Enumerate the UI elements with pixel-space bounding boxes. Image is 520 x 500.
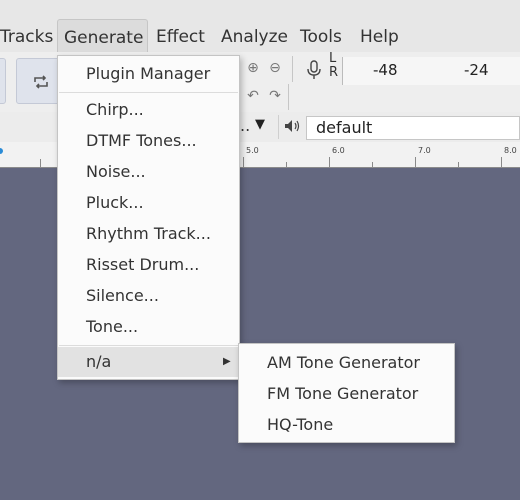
menu-item-rhythm-track[interactable]: Rhythm Track... xyxy=(58,219,239,249)
menu-item-noise[interactable]: Noise... xyxy=(58,157,239,187)
redo-icon[interactable]: ↷ xyxy=(266,88,284,104)
menu-tools[interactable]: Tools xyxy=(294,19,348,55)
menu-item-label: n/a xyxy=(86,352,112,371)
ruler-tick xyxy=(243,157,244,167)
speaker-icon xyxy=(285,120,300,132)
menu-item-risset-drum[interactable]: Risset Drum... xyxy=(58,250,239,280)
device-partial-text: .. xyxy=(240,116,251,135)
menu-effect[interactable]: Effect xyxy=(150,19,211,55)
ruler-tick xyxy=(329,157,330,167)
ruler-tick xyxy=(415,157,416,167)
menu-item-silence[interactable]: Silence... xyxy=(58,281,239,311)
undo-icon[interactable]: ↶ xyxy=(244,88,262,104)
meter-channel-r: R xyxy=(329,65,339,80)
ruler-label: 6.0 xyxy=(332,146,345,155)
ruler-tick xyxy=(40,159,41,167)
menu-item-hq-tone[interactable]: HQ-Tone xyxy=(239,410,454,440)
toolbar-divider xyxy=(278,115,279,139)
microphone-icon[interactable] xyxy=(306,59,322,81)
menu-generate[interactable]: Generate xyxy=(57,19,148,55)
toolbar-divider xyxy=(292,56,293,82)
menu-separator xyxy=(59,345,238,346)
zoom-out-icon[interactable]: ⊖ xyxy=(266,60,284,76)
recording-meter-scale[interactable]: -48 -24 xyxy=(342,57,520,85)
ruler-tick xyxy=(458,162,459,167)
chevron-down-icon[interactable]: ▼ xyxy=(255,117,265,132)
ruler-tick xyxy=(372,162,373,167)
ruler-tick xyxy=(286,162,287,167)
meter-scale-label: -48 xyxy=(373,61,398,79)
na-submenu: AM Tone Generator FM Tone Generator HQ-T… xyxy=(238,343,455,443)
playback-device-select[interactable]: default xyxy=(306,116,520,140)
loop-icon xyxy=(34,75,48,89)
tool-button-left[interactable] xyxy=(0,58,6,104)
menu-item-na-submenu[interactable]: n/a ▶ xyxy=(58,347,239,377)
menu-analyze[interactable]: Analyze xyxy=(215,19,294,55)
menu-separator xyxy=(59,92,238,93)
menu-item-chirp[interactable]: Chirp... xyxy=(58,95,239,125)
ruler-label: 7.0 xyxy=(418,146,431,155)
ruler-playhead-marker xyxy=(0,148,3,154)
menu-item-dtmf-tones[interactable]: DTMF Tones... xyxy=(58,126,239,156)
meter-channel-l: L xyxy=(329,51,337,66)
toolbar-divider xyxy=(288,84,289,110)
zoom-in-icon[interactable]: ⊕ xyxy=(244,60,262,76)
menu-item-am-tone-generator[interactable]: AM Tone Generator xyxy=(239,348,454,378)
menu-item-plugin-manager[interactable]: Plugin Manager xyxy=(58,59,239,89)
menu-item-tone[interactable]: Tone... xyxy=(58,312,239,342)
menu-tracks[interactable]: Tracks xyxy=(0,19,59,55)
generate-menu: Plugin Manager Chirp... DTMF Tones... No… xyxy=(57,55,240,380)
chevron-right-icon: ▶ xyxy=(223,356,231,367)
ruler-label: 8.0 xyxy=(504,146,517,155)
menu-bar: Tracks Generate Effect Analyze Tools Hel… xyxy=(0,0,520,55)
ruler-tick xyxy=(501,157,502,167)
menu-help[interactable]: Help xyxy=(354,19,405,55)
menu-item-pluck[interactable]: Pluck... xyxy=(58,188,239,218)
meter-scale-label: -24 xyxy=(464,61,489,79)
ruler-label: 5.0 xyxy=(246,146,259,155)
menu-item-fm-tone-generator[interactable]: FM Tone Generator xyxy=(239,379,454,409)
